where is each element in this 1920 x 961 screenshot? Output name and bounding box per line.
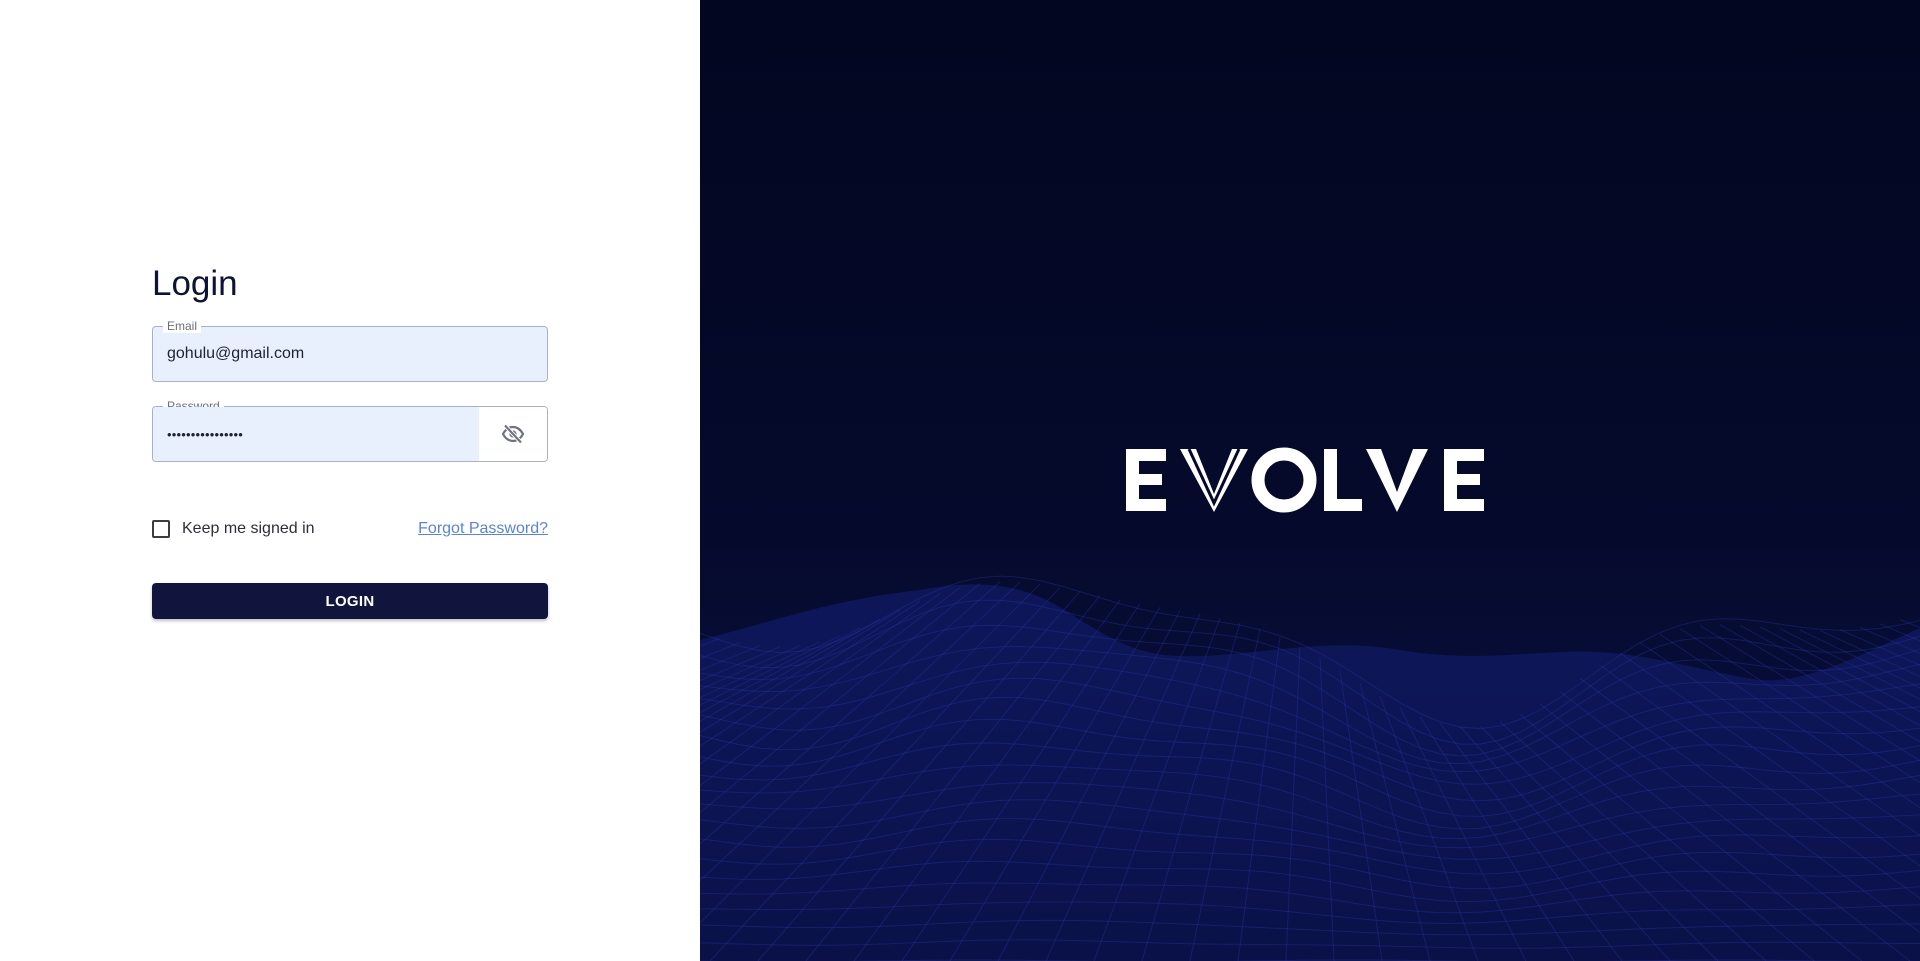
email-field[interactable]: Email gohulu@gmail.com [152,319,548,382]
password-input[interactable]: •••••••••••••••• [153,407,479,461]
evolve-logo [1126,447,1484,513]
keep-signed-in-label: Keep me signed in [182,520,315,537]
toggle-password-visibility-button[interactable] [479,407,547,461]
login-page: Login Email gohulu@gmail.com Password ••… [0,0,1920,961]
eye-off-icon [501,424,525,444]
keep-signed-in-checkbox[interactable] [152,520,170,538]
password-field: Password •••••••••••••••• [152,399,548,462]
page-title: Login [152,264,238,303]
email-input[interactable]: gohulu@gmail.com [167,327,304,381]
keep-signed-in[interactable]: Keep me signed in [152,520,315,538]
forgot-password-link[interactable]: Forgot Password? [418,520,548,538]
login-button[interactable]: LOGIN [152,583,548,619]
options-row: Keep me signed in Forgot Password? [152,518,548,540]
login-form: Login Email gohulu@gmail.com Password ••… [152,262,548,619]
password-value: •••••••••••••••• [167,426,244,442]
login-panel: Login Email gohulu@gmail.com Password ••… [0,0,700,961]
brand-panel [700,0,1920,961]
